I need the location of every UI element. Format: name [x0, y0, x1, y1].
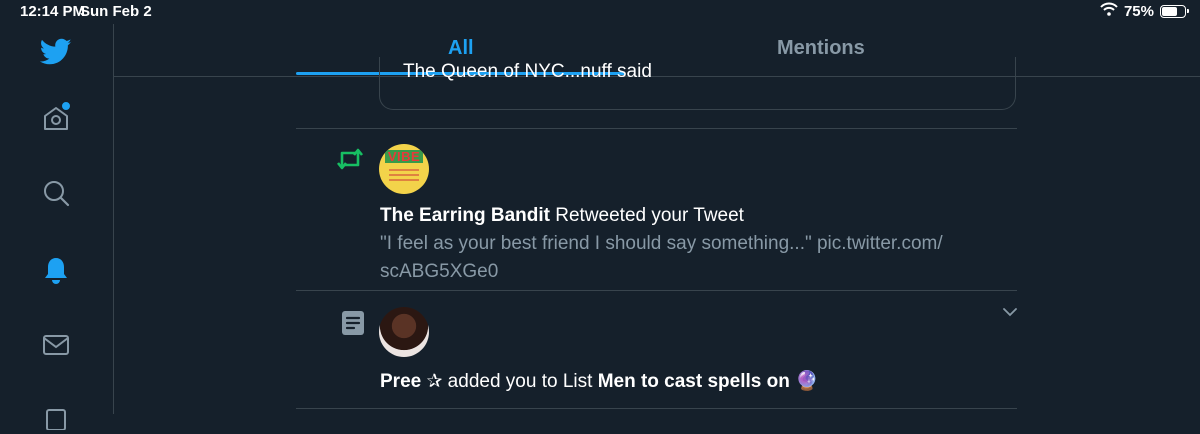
- divider: [296, 408, 1017, 409]
- divider: [296, 290, 1017, 291]
- user-name[interactable]: The Earring Bandit: [380, 205, 550, 226]
- crystal-ball-emoji: 🔮: [795, 371, 819, 392]
- mail-icon[interactable]: [40, 329, 72, 361]
- lists-icon[interactable]: [40, 402, 72, 434]
- quoted-tweet-card[interactable]: The Queen of NYC...nuff said: [379, 57, 1016, 110]
- list-name[interactable]: Men to cast spells on: [598, 371, 790, 392]
- status-time: 12:14 PM: [20, 3, 86, 20]
- sidebar-nav: [0, 24, 114, 430]
- status-indicators: 75%: [1100, 2, 1189, 20]
- retweet-icon: [336, 147, 364, 176]
- notification-action: added you to List: [442, 371, 598, 392]
- bell-icon[interactable]: [40, 254, 72, 286]
- twitter-logo-icon[interactable]: [40, 36, 72, 68]
- wifi-icon: [1100, 2, 1118, 20]
- tweet-text-line: scABG5XGe0: [380, 261, 499, 282]
- status-bar: 12:14 PM Sun Feb 2 75%: [0, 0, 1200, 24]
- battery-percent: 75%: [1123, 2, 1154, 20]
- avatar-logo-text: VIBE: [384, 150, 424, 163]
- divider: [296, 128, 1017, 129]
- status-date: Sun Feb 2: [80, 3, 152, 20]
- battery-icon: [1160, 4, 1189, 18]
- quoted-tweet-text: The Queen of NYC...nuff said: [403, 61, 652, 82]
- user-name[interactable]: Pree ✰: [380, 371, 442, 392]
- notification-action: Retweeted your Tweet: [549, 205, 744, 226]
- list-added-summary: Pree ✰ added you to List Men to cast spe…: [380, 368, 819, 396]
- avatar[interactable]: [379, 307, 429, 357]
- search-icon[interactable]: [40, 177, 72, 209]
- list-icon: [341, 310, 365, 341]
- battery-level: [1162, 6, 1177, 16]
- avatar[interactable]: VIBE: [379, 144, 429, 194]
- tweet-text-line: "I feel as your best friend I should say…: [380, 233, 943, 254]
- home-notification-dot: [61, 101, 71, 111]
- retweet-summary: The Earring Bandit Retweeted your Tweet: [380, 202, 744, 230]
- home-icon[interactable]: [40, 101, 72, 134]
- notifications-feed: The Queen of NYC...nuff said VIBE The Ea…: [296, 57, 1018, 414]
- chevron-down-icon[interactable]: [1002, 304, 1018, 322]
